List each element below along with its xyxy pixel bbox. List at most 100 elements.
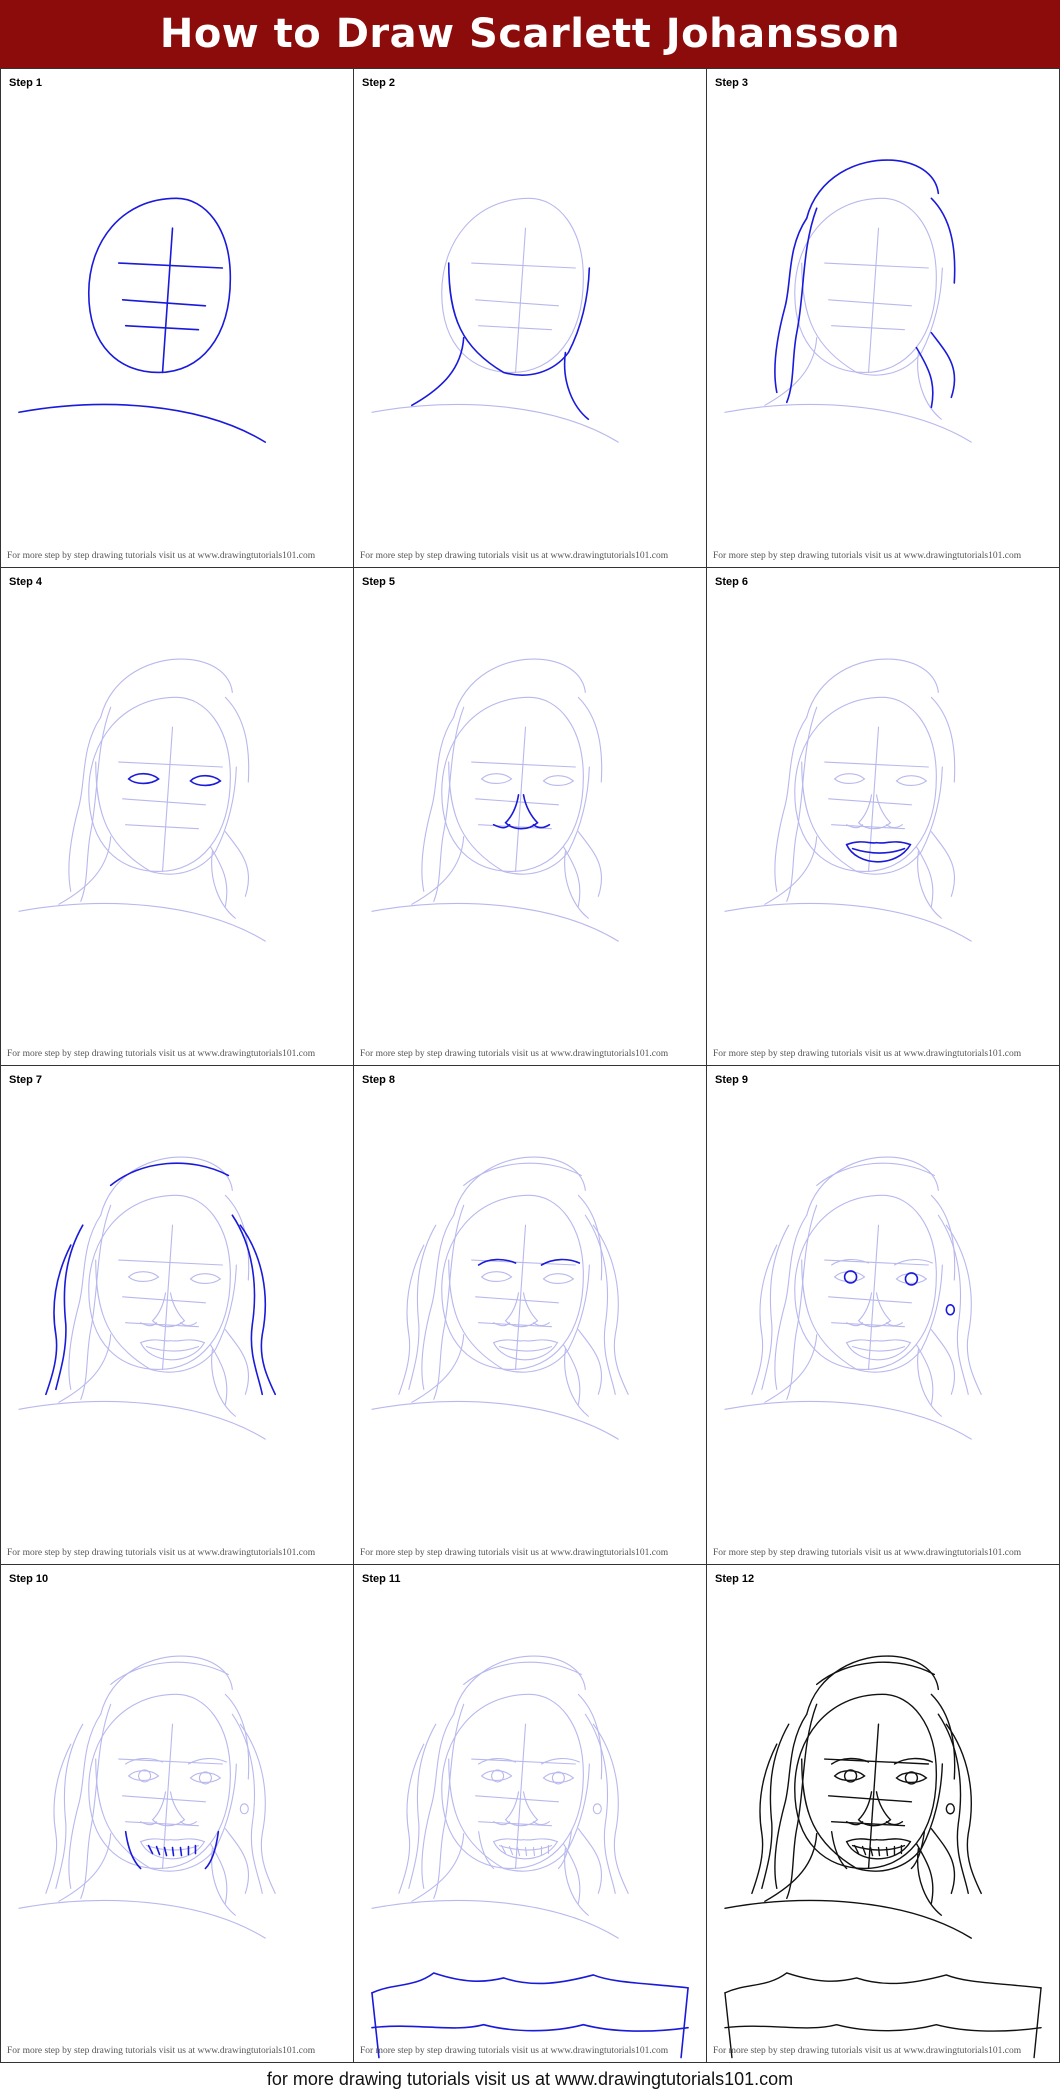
hair-top xyxy=(453,658,586,718)
shoulder-line xyxy=(371,902,619,942)
step-cell-8: Step 8 For more step by step drawing tut… xyxy=(354,1066,707,1565)
step-label: Step 2 xyxy=(362,77,396,89)
step-footer-note: For more step by step drawing tutorials … xyxy=(7,1049,316,1059)
head-oval xyxy=(87,197,232,374)
garment-side-right xyxy=(1033,1986,1042,2058)
hair-right-1 xyxy=(577,1194,603,1281)
step-cell-11: Step 11 For more step by step drawing tu… xyxy=(354,1564,707,2063)
hair-detail-5 xyxy=(816,1162,935,1186)
eye-right xyxy=(895,1273,928,1284)
page-header: How to Draw Scarlett Johansson xyxy=(0,0,1060,68)
nostril-right xyxy=(179,1322,197,1327)
neck-right xyxy=(563,351,590,421)
footer-link-text[interactable]: for more drawing tutorials visit us at w… xyxy=(267,2069,793,2090)
hair-detail-3 xyxy=(945,1723,982,1894)
nose-guide xyxy=(828,299,912,307)
step-footer-note: For more step by step drawing tutorials … xyxy=(713,1049,1022,1059)
step-drawing-6 xyxy=(724,658,972,942)
hair-detail-5 xyxy=(109,1162,230,1187)
neck-right xyxy=(211,1349,236,1417)
hair-top xyxy=(806,658,939,718)
hair-left-2 xyxy=(433,1204,465,1400)
step-footer-note: For more step by step drawing tutorials … xyxy=(360,550,669,561)
hair-detail-3 xyxy=(239,1723,276,1894)
step-drawing-9 xyxy=(724,1156,982,1440)
eye-right xyxy=(895,774,928,786)
eye-right xyxy=(189,774,222,786)
hair-detail-3 xyxy=(239,1224,277,1396)
step-drawing-2 xyxy=(371,197,619,443)
step-drawing-8 xyxy=(371,1156,629,1440)
hair-top xyxy=(806,1156,939,1216)
page-footer: for more drawing tutorials visit us at w… xyxy=(0,2063,1060,2095)
lips-upper xyxy=(493,1339,558,1344)
earring xyxy=(592,1802,602,1814)
neck-right xyxy=(564,1847,589,1916)
lips-mid xyxy=(851,847,906,854)
hair-right-1 xyxy=(930,1194,956,1281)
hair-detail-5 xyxy=(463,1162,582,1186)
hair-left-2 xyxy=(786,1204,818,1400)
eye-left xyxy=(127,772,160,784)
hair-left-2 xyxy=(785,207,818,404)
hair-left-2 xyxy=(786,1703,818,1899)
center-guide xyxy=(514,227,527,374)
step-drawing-12 xyxy=(724,1654,1042,2058)
mouth-guide xyxy=(125,823,199,829)
neck-left xyxy=(411,1334,465,1403)
hair-detail-5 xyxy=(815,1660,936,1685)
neck-left xyxy=(411,336,465,407)
neck-right xyxy=(917,850,942,919)
step-cell-12: Step 12 For more step by step drawing tu… xyxy=(707,1564,1060,2063)
hair-top xyxy=(100,1156,233,1216)
step-cell-10: Step 10 For more step by step drawing tu… xyxy=(1,1564,354,2063)
hair-top xyxy=(100,1655,233,1715)
neck-left xyxy=(764,1832,818,1902)
hair-detail-3 xyxy=(592,1723,629,1894)
hair-right-2 xyxy=(577,830,603,897)
hair-detail-3 xyxy=(592,1224,629,1395)
mouth-guide xyxy=(478,325,552,331)
step-cell-7: Step 7 For more step by step drawing tut… xyxy=(1,1066,354,1565)
nose xyxy=(151,1790,186,1826)
step-footer-note: For more step by step drawing tutorials … xyxy=(7,2046,316,2056)
hair-detail-3 xyxy=(945,1224,982,1395)
hair-right-1 xyxy=(930,696,956,782)
step-label: Step 5 xyxy=(362,575,396,588)
shoulder-line xyxy=(18,1899,266,1939)
eye-right xyxy=(895,1771,928,1783)
lips-upper xyxy=(845,1837,912,1842)
neck-left xyxy=(58,1832,112,1902)
shoulder-line xyxy=(371,1401,619,1440)
hair-right-1 xyxy=(224,1194,250,1281)
shoulder-line xyxy=(18,902,266,942)
center-guide xyxy=(867,227,880,374)
neck-left xyxy=(411,1832,465,1902)
nose-guide xyxy=(121,299,207,307)
neck-right xyxy=(564,1349,589,1417)
eye-left xyxy=(480,1769,513,1781)
shoulder-line xyxy=(724,902,972,942)
garment-lower xyxy=(371,2023,689,2032)
neck-right xyxy=(211,1847,236,1916)
neck-left xyxy=(764,1334,818,1403)
steps-grid: Step 1 For more step by step drawing tut… xyxy=(0,68,1060,2063)
step-label: Step 9 xyxy=(715,1074,749,1086)
eye-left xyxy=(480,1271,513,1282)
neck-right xyxy=(916,1847,943,1916)
nose-guide xyxy=(122,797,206,805)
eye-left xyxy=(127,1271,160,1282)
hair-left-1 xyxy=(774,716,808,892)
step-cell-1: Step 1 For more step by step drawing tut… xyxy=(1,69,354,568)
hair-left-2 xyxy=(433,1703,465,1899)
earring xyxy=(945,1802,955,1814)
page-title: How to Draw Scarlett Johansson xyxy=(159,11,901,57)
lips-upper xyxy=(846,1339,911,1344)
step-label: Step 3 xyxy=(715,77,749,89)
hair-left-2 xyxy=(80,1703,112,1899)
step-label: Step 1 xyxy=(9,77,43,89)
step-drawing-7 xyxy=(18,1156,277,1440)
eye-right xyxy=(542,774,575,786)
step-drawing-3 xyxy=(724,159,972,443)
step-footer-note: For more step by step drawing tutorials … xyxy=(713,2046,1022,2056)
